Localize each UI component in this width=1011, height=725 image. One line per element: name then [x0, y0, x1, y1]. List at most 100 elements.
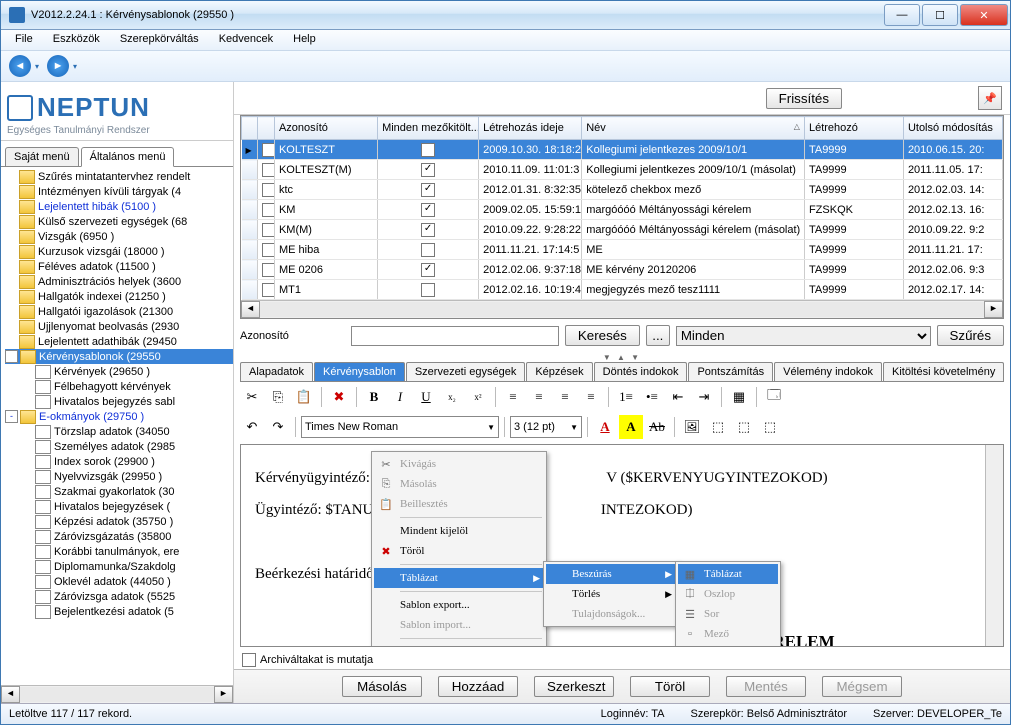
highlight-icon[interactable]: A: [619, 415, 643, 439]
bold-icon[interactable]: B: [362, 385, 386, 409]
table-row[interactable]: KOLTESZT(M)✓2010.11.09. 11:01:3Kollegium…: [242, 160, 1003, 180]
tree-item[interactable]: Külső szervezeti egységek (68: [5, 214, 233, 229]
tree-item[interactable]: Diplomamunka/Szakdolg: [5, 559, 233, 574]
save-button[interactable]: Mentés: [726, 676, 806, 697]
tab-reasons[interactable]: Döntés indokok: [594, 362, 688, 381]
menu-role[interactable]: Szerepkörváltás: [110, 30, 209, 50]
tree-item[interactable]: Személyes adatok (2985: [5, 439, 233, 454]
tab-training[interactable]: Képzések: [526, 362, 592, 381]
archive-checkbox[interactable]: [242, 653, 256, 667]
col-id[interactable]: Azonosító: [274, 117, 377, 140]
table-row[interactable]: KM(M)✓2010.09.22. 9:28:22margóóóó Méltán…: [242, 220, 1003, 240]
indent-icon[interactable]: ⇥: [692, 385, 716, 409]
search-more-button[interactable]: ...: [646, 325, 670, 346]
cut-icon[interactable]: ✂: [240, 385, 264, 409]
table-row[interactable]: MT12012.02.16. 10:19:4megjegyzés mező te…: [242, 280, 1003, 300]
tree-item[interactable]: Hallgatók indexei (21250 ): [5, 289, 233, 304]
tree-item[interactable]: Záróvizsga adatok (5525: [5, 589, 233, 604]
paste-icon[interactable]: 📋: [292, 385, 316, 409]
table-icon[interactable]: ▦: [727, 385, 751, 409]
insert-control-icon[interactable]: ⬚: [706, 415, 730, 439]
size-select[interactable]: 3 (12 pt)▼: [510, 416, 582, 438]
filter-select[interactable]: Minden: [676, 326, 931, 346]
tree-item[interactable]: -Kérvénysablonok (29550: [5, 349, 233, 364]
edit-button[interactable]: Szerkeszt: [534, 676, 614, 697]
context-item[interactable]: Forrás megtekintése...: [374, 642, 544, 647]
col-modified[interactable]: Utolsó módosítás: [903, 117, 1002, 140]
font-select[interactable]: Times New Roman▼: [301, 416, 499, 438]
grid-hscroll[interactable]: ◄►: [241, 300, 1003, 318]
tree-item[interactable]: Szakmai gyakorlatok (30: [5, 484, 233, 499]
tab-org[interactable]: Szervezeti egységek: [406, 362, 526, 381]
table-row[interactable]: ME 0206✓2012.02.06. 9:37:18ME kérvény 20…: [242, 260, 1003, 280]
menu-help[interactable]: Help: [283, 30, 326, 50]
splitter[interactable]: ▼ ▲ ▼: [234, 352, 1010, 362]
context-item[interactable]: Mindent kijelöl: [374, 521, 544, 541]
tab-basic[interactable]: Alapadatok: [240, 362, 313, 381]
tab-own-menu[interactable]: Saját menü: [5, 147, 79, 166]
tree-item[interactable]: Hivatalos bejegyzés sabl: [5, 394, 233, 409]
nav-forward-dropdown[interactable]: ▾: [73, 62, 77, 71]
align-left-icon[interactable]: ≡: [501, 385, 525, 409]
search-button[interactable]: Keresés: [565, 325, 640, 346]
undo-icon[interactable]: ↶: [240, 415, 264, 439]
tree-item[interactable]: -E-okmányok (29750 ): [5, 409, 233, 424]
context-item[interactable]: Sablon export...: [374, 595, 544, 615]
col-all[interactable]: Minden mezőkitölt...: [378, 117, 479, 140]
menu-favorites[interactable]: Kedvencek: [209, 30, 283, 50]
add-button[interactable]: Hozzáad: [438, 676, 518, 697]
table-row[interactable]: KOLTESZT✓2009.10.30. 18:18:2Kollegiumi j…: [242, 140, 1003, 160]
sidebar-hscroll[interactable]: ◄►: [1, 685, 233, 703]
insert-var-icon[interactable]: ⬚: [758, 415, 782, 439]
tree-item[interactable]: Nyelvvizsgák (29950 ): [5, 469, 233, 484]
tree-item[interactable]: Képzési adatok (35750 ): [5, 514, 233, 529]
context-submenu-insert[interactable]: ▦Táblázat⎅Oszlop☰Sor▫Mező: [675, 561, 781, 647]
insert-field-icon[interactable]: ⬚: [732, 415, 756, 439]
nav-tree[interactable]: Szűrés mintatantervhez rendeltIntézménye…: [1, 167, 233, 685]
context-submenu-table[interactable]: Beszúrás▶Törlés▶Tulajdonságok...: [543, 561, 679, 627]
tree-item[interactable]: Vizsgák (6950 ): [5, 229, 233, 244]
list-num-icon[interactable]: 1≡: [614, 385, 638, 409]
data-grid[interactable]: Azonosító Minden mezőkitölt... Létrehozá…: [240, 115, 1004, 319]
context-menu[interactable]: ✂Kivágás⎘Másolás📋BeillesztésMindent kije…: [371, 451, 547, 647]
superscript-icon[interactable]: x²: [466, 385, 490, 409]
nav-back-button[interactable]: ◄: [9, 55, 31, 77]
tab-general-menu[interactable]: Általános menü: [81, 147, 175, 167]
tree-item[interactable]: Kérvények (29650 ): [5, 364, 233, 379]
delete-icon[interactable]: ✖: [327, 385, 351, 409]
context-item[interactable]: Törlés▶: [546, 584, 676, 604]
tree-item[interactable]: Lejelentett adathibák (29450: [5, 334, 233, 349]
refresh-button[interactable]: Frissítés: [766, 88, 842, 109]
pin-button[interactable]: 📌: [978, 86, 1002, 110]
underline-icon[interactable]: U: [414, 385, 438, 409]
outdent-icon[interactable]: ⇤: [666, 385, 690, 409]
menu-tools[interactable]: Eszközök: [43, 30, 110, 50]
delete-button[interactable]: Töröl: [630, 676, 710, 697]
align-justify-icon[interactable]: ≡: [579, 385, 603, 409]
tree-item[interactable]: Ujjlenyomat beolvasás (2930: [5, 319, 233, 334]
subscript-icon[interactable]: x₂: [440, 385, 464, 409]
align-right-icon[interactable]: ≡: [553, 385, 577, 409]
tree-item[interactable]: Adminisztrációs helyek (3600: [5, 274, 233, 289]
tab-opinion[interactable]: Vélemény indokok: [774, 362, 882, 381]
tree-item[interactable]: Kurzusok vizsgái (18000 ): [5, 244, 233, 259]
tree-item[interactable]: Bejelentkezési adatok (5: [5, 604, 233, 619]
tree-item[interactable]: Hallgatói igazolások (21300: [5, 304, 233, 319]
table-row[interactable]: KM✓2009.02.05. 15:59:1margóóóó Méltányos…: [242, 200, 1003, 220]
context-item[interactable]: Táblázat▶: [374, 568, 544, 588]
tree-item[interactable]: Záróvizsgázatás (35800: [5, 529, 233, 544]
tree-item[interactable]: Korábbi tanulmányok, ere: [5, 544, 233, 559]
context-item[interactable]: ▦Táblázat: [678, 564, 778, 584]
tree-item[interactable]: Index sorok (29900 ): [5, 454, 233, 469]
table-row[interactable]: ktc✓2012.01.31. 8:32:35kötelező chekbox …: [242, 180, 1003, 200]
list-bullet-icon[interactable]: •≡: [640, 385, 664, 409]
tab-requirement[interactable]: Kitöltési követelmény: [883, 362, 1004, 381]
tree-item[interactable]: Szűrés mintatantervhez rendelt: [5, 169, 233, 184]
tree-item[interactable]: Lejelentett hibák (5100 ): [5, 199, 233, 214]
filter-button[interactable]: Szűrés: [937, 325, 1004, 346]
tree-item[interactable]: Hivatalos bejegyzések (: [5, 499, 233, 514]
copy-button[interactable]: Másolás: [342, 676, 422, 697]
window-icon[interactable]: 🗔: [762, 385, 786, 409]
table-row[interactable]: ME hiba2011.11.21. 17:14:5META99992011.1…: [242, 240, 1003, 260]
cancel-button[interactable]: Mégsem: [822, 676, 902, 697]
